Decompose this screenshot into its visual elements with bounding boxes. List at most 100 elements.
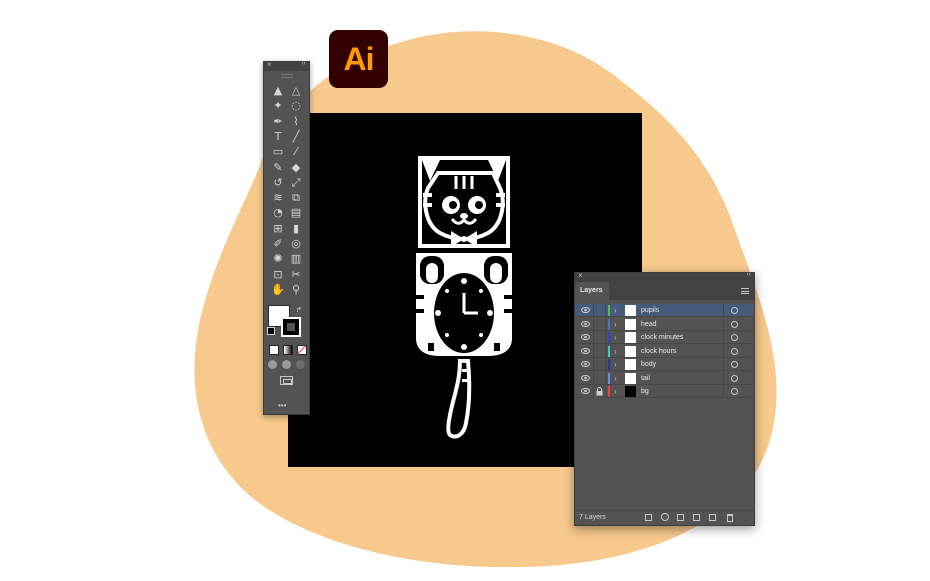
shaper-icon[interactable]: ✎ <box>271 161 285 175</box>
layer-thumbnail <box>625 318 636 330</box>
target-icon[interactable] <box>731 307 738 314</box>
cat-left-ear <box>422 160 440 181</box>
scale-icon[interactable]: ⤢ <box>289 176 303 190</box>
visibility-eye-icon[interactable] <box>581 347 590 355</box>
layer-name[interactable]: head <box>641 318 657 331</box>
row-divider <box>723 317 724 331</box>
layer-row[interactable]: › pupils <box>575 304 754 317</box>
draw-behind-icon[interactable] <box>282 360 291 369</box>
gradient-mode-icon[interactable] <box>283 345 293 355</box>
visibility-eye-icon[interactable] <box>581 333 590 341</box>
expand-chevron-icon[interactable]: › <box>614 345 617 358</box>
direct-selection-icon[interactable]: △ <box>289 84 303 98</box>
target-icon[interactable] <box>731 388 738 395</box>
eraser-icon[interactable]: ◆ <box>289 161 303 175</box>
collapse-icon[interactable]: ‹‹ <box>301 60 306 67</box>
slice-icon[interactable]: ✂ <box>289 268 303 282</box>
delete-layer-icon[interactable] <box>727 514 733 522</box>
target-icon[interactable] <box>731 347 738 355</box>
visibility-eye-icon[interactable] <box>581 320 590 328</box>
row-divider <box>593 304 594 317</box>
close-icon[interactable]: × <box>578 271 583 280</box>
row-divider <box>605 385 606 398</box>
color-mode-icon[interactable] <box>269 345 279 355</box>
target-icon[interactable] <box>731 374 738 382</box>
layer-name[interactable]: pupils <box>641 304 659 317</box>
rotate-icon[interactable]: ↺ <box>271 176 285 190</box>
close-icon[interactable]: × <box>267 60 272 69</box>
visibility-eye-icon[interactable] <box>581 387 590 395</box>
free-transform-icon[interactable]: ⧉ <box>289 191 303 205</box>
layer-name[interactable]: tail <box>641 372 650 385</box>
width-icon[interactable]: ≋ <box>271 191 285 205</box>
draw-normal-icon[interactable] <box>268 360 277 369</box>
type-icon[interactable]: T <box>271 130 285 144</box>
layer-row[interactable]: › clock minutes <box>575 331 754 344</box>
layer-thumbnail <box>625 345 636 357</box>
mesh-icon[interactable]: ⊞ <box>271 222 285 236</box>
blend-icon[interactable]: ◎ <box>289 237 303 251</box>
expand-chevron-icon[interactable]: › <box>614 358 617 371</box>
pen-icon[interactable]: ✒ <box>271 115 285 129</box>
locate-object-icon[interactable] <box>661 513 669 521</box>
line-segment-icon[interactable]: ╱ <box>289 130 303 144</box>
expand-chevron-icon[interactable]: › <box>614 318 617 331</box>
gradient-icon[interactable]: ▮ <box>289 222 303 236</box>
layer-name[interactable]: clock minutes <box>641 331 683 344</box>
target-icon[interactable] <box>731 334 738 341</box>
layer-name[interactable]: clock hours <box>641 345 676 358</box>
symbol-sprayer-icon[interactable]: ✺ <box>271 252 285 266</box>
column-graph-icon[interactable]: ▥ <box>289 252 303 266</box>
collapse-icon[interactable]: ‹‹ <box>746 271 751 278</box>
layer-name[interactable]: bg <box>641 385 649 398</box>
lasso-icon[interactable]: ◌ <box>289 99 303 113</box>
none-mode-icon[interactable] <box>296 345 307 355</box>
layer-row[interactable]: › head <box>575 317 754 331</box>
default-fill-stroke-icon[interactable] <box>267 327 275 335</box>
hand-icon[interactable]: ✋ <box>271 283 285 297</box>
swap-fill-stroke-icon[interactable]: ↱ <box>296 306 302 314</box>
eyedropper-icon[interactable]: ✐ <box>271 237 285 251</box>
cat-left-pupil <box>449 201 457 209</box>
curvature-icon[interactable]: ⌇ <box>289 115 303 129</box>
screen-mode-icon[interactable] <box>280 376 293 385</box>
artboard-icon[interactable]: ⊡ <box>271 268 285 282</box>
edit-toolbar-icon[interactable]: ••• <box>278 401 286 410</box>
magic-wand-icon[interactable]: ✦ <box>271 99 285 113</box>
shape-builder-icon[interactable]: ◔ <box>271 206 285 220</box>
tab-layers[interactable]: Layers <box>575 282 609 300</box>
export-icon[interactable] <box>645 514 652 521</box>
expand-chevron-icon[interactable]: › <box>614 385 617 398</box>
layers-titlebar[interactable]: × ‹‹ <box>575 271 754 282</box>
selection-icon[interactable]: ▲ <box>271 84 285 98</box>
lock-icon[interactable] <box>596 387 603 396</box>
expand-chevron-icon[interactable]: › <box>614 331 617 344</box>
visibility-eye-icon[interactable] <box>581 360 590 368</box>
rectangle-icon[interactable]: ▭ <box>271 145 285 159</box>
zoom-icon[interactable]: ⚲ <box>289 283 303 297</box>
layer-row[interactable]: › bg <box>575 385 754 398</box>
expand-chevron-icon[interactable]: › <box>614 372 617 385</box>
row-divider <box>593 385 594 398</box>
layer-row[interactable]: › body <box>575 358 754 371</box>
visibility-eye-icon[interactable] <box>581 374 590 382</box>
layer-name[interactable]: body <box>641 358 656 371</box>
draw-inside-icon[interactable] <box>296 360 305 369</box>
tools-titlebar[interactable]: × ‹‹ <box>264 60 309 71</box>
layer-row[interactable]: › clock hours <box>575 344 754 358</box>
layer-row[interactable]: › tail <box>575 371 754 385</box>
grip-icon[interactable] <box>281 74 293 78</box>
new-sublayer-icon[interactable] <box>693 514 700 521</box>
clipping-mask-icon[interactable] <box>677 514 684 521</box>
layer-color-bar <box>608 305 610 316</box>
panel-menu-icon[interactable] <box>741 288 749 294</box>
target-icon[interactable] <box>731 320 738 328</box>
paintbrush-icon[interactable]: ⁄ <box>289 145 303 159</box>
row-divider <box>723 358 724 371</box>
expand-chevron-icon[interactable]: › <box>614 304 617 317</box>
new-layer-icon[interactable] <box>709 514 716 521</box>
target-icon[interactable] <box>731 361 738 368</box>
row-divider <box>723 371 724 385</box>
perspective-grid-icon[interactable]: ▤ <box>289 206 303 220</box>
visibility-eye-icon[interactable] <box>581 306 590 314</box>
